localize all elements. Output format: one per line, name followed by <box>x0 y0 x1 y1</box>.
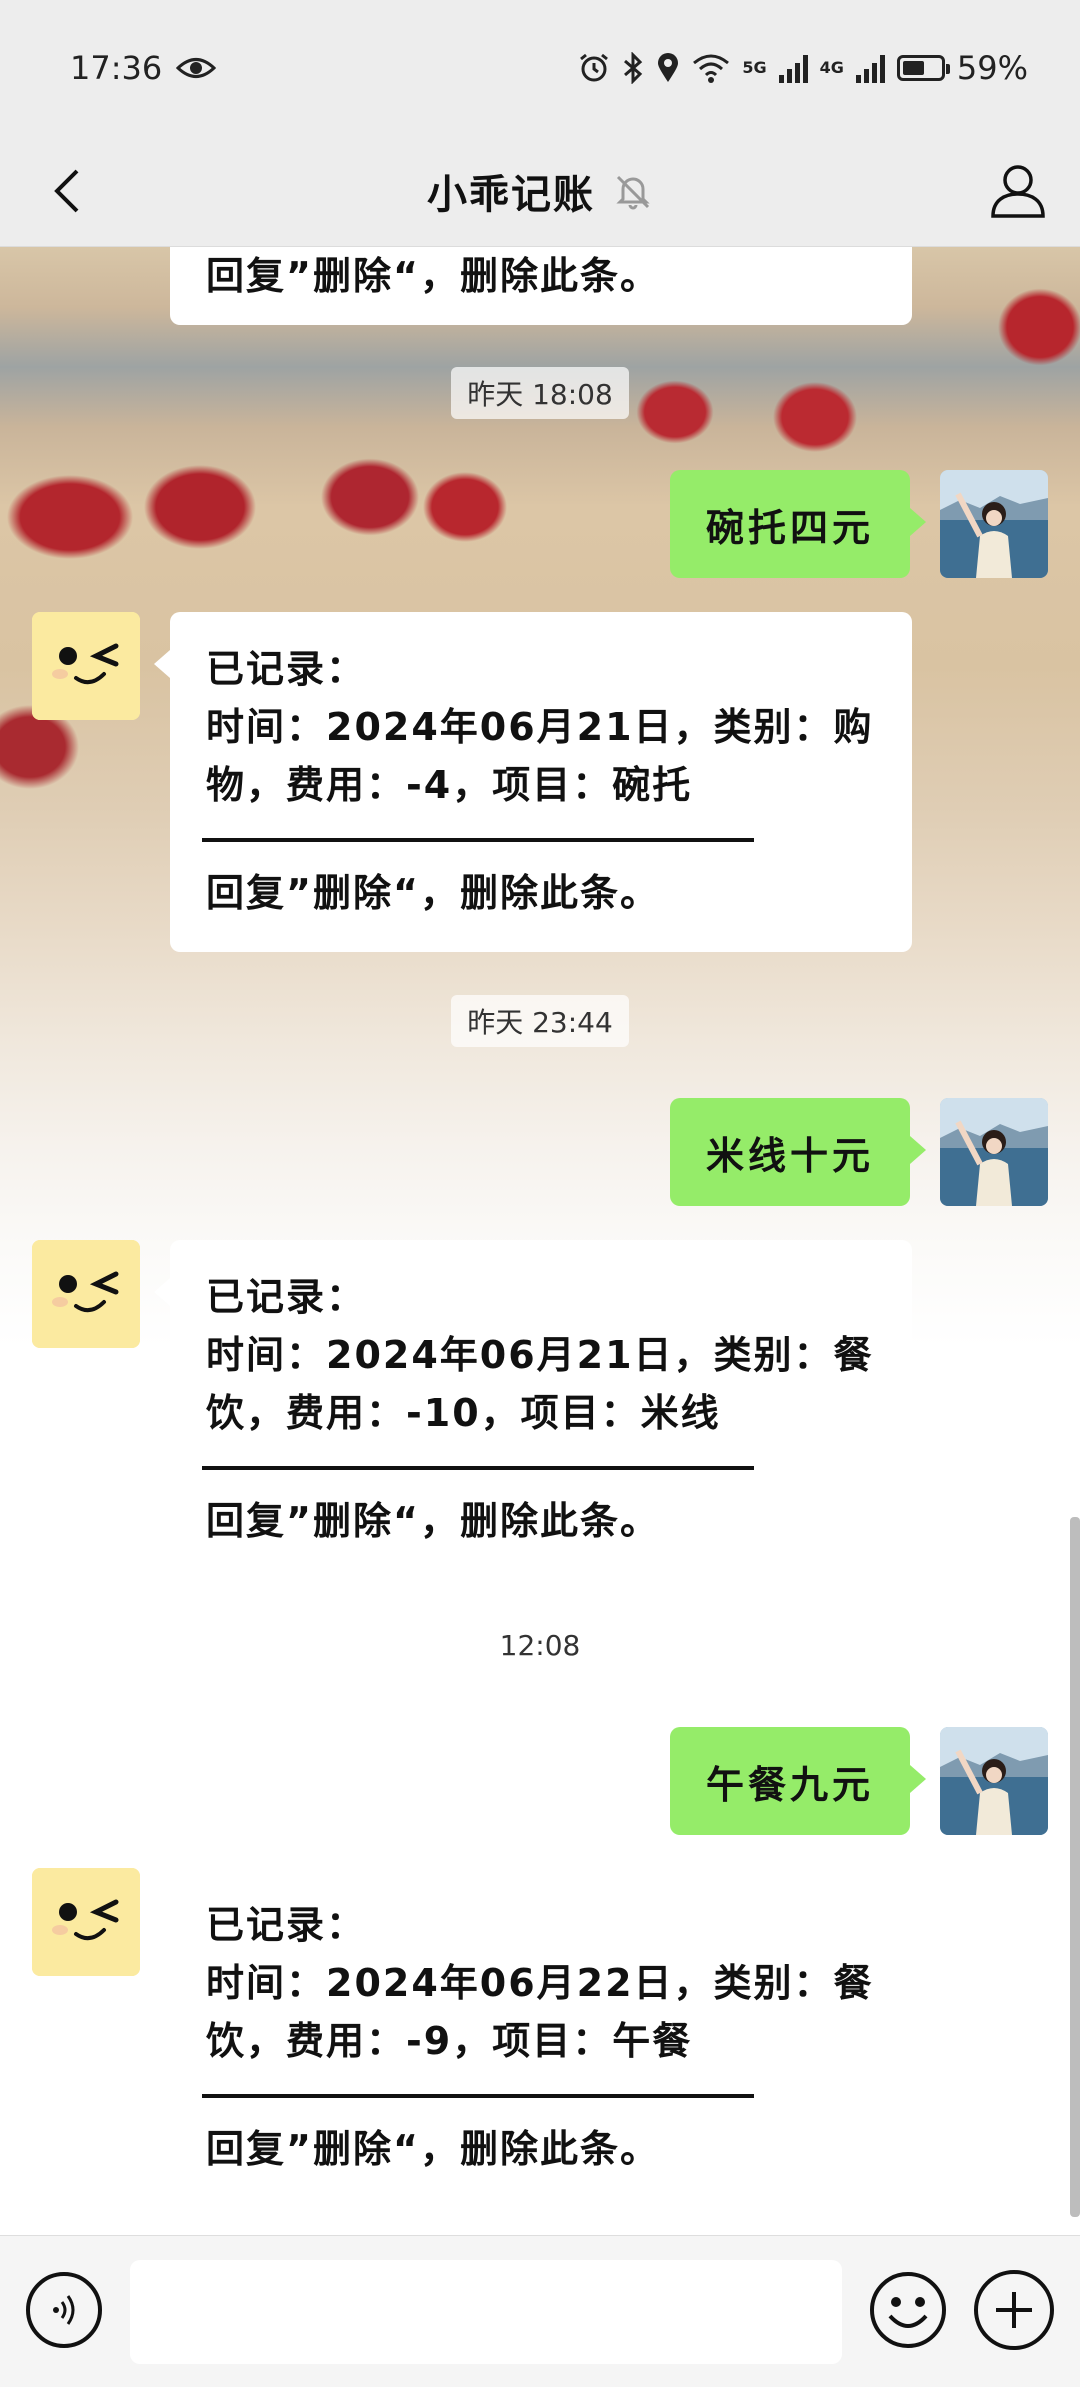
location-icon <box>658 52 679 82</box>
bot-text-line2: 时间：2024年06月21日，类别：餐饮，费用：-10，项目：米线 <box>206 1333 874 1435</box>
bot-text-line1: 已记录： <box>206 647 367 691</box>
bot-bubble[interactable]: 已记录： 时间：2024年06月21日，类别：餐饮，费用：-10，项目：米线 回… <box>154 1240 912 1580</box>
timestamp: 昨天 23:44 <box>0 995 1080 1047</box>
user-bubble[interactable]: 碗托四元 <box>669 470 927 578</box>
title-wrap: 小乖记账 <box>427 162 653 220</box>
status-bar: 17:36 5G 4G 59% <box>0 0 1080 135</box>
user-avatar-photo <box>940 1098 1048 1206</box>
wink-face-icon <box>32 1240 140 1348</box>
user-bubble[interactable]: 午餐九元 <box>669 1727 927 1835</box>
battery-fill <box>902 60 925 75</box>
bot-bubble-partial[interactable]: 回复”删除“，删除此条。 <box>170 247 912 325</box>
alarm-icon <box>580 53 609 81</box>
bot-avatar[interactable] <box>32 612 140 720</box>
reply-hint: 回复”删除“，删除此条。 <box>206 2127 660 2171</box>
timestamp-label: 昨天 23:44 <box>451 995 629 1047</box>
status-time: 17:36 <box>70 48 163 87</box>
profile-button[interactable] <box>986 159 1050 223</box>
timestamp-label: 昨天 18:08 <box>451 367 629 419</box>
timestamp: 12:08 <box>0 1623 1080 1668</box>
eye-icon <box>176 57 217 78</box>
reply-hint: 回复”删除“，删除此条。 <box>206 254 660 298</box>
scrollbar[interactable] <box>1070 1517 1080 2217</box>
back-icon <box>54 169 79 213</box>
user-bubble[interactable]: 米线十元 <box>669 1098 927 1206</box>
more-button[interactable] <box>974 2270 1054 2350</box>
wink-face-icon <box>32 612 140 720</box>
divider <box>202 1466 754 1470</box>
status-right: 5G 4G 59% <box>578 49 1028 87</box>
bot-text-line2: 时间：2024年06月22日，类别：餐饮，费用：-9，项目：午餐 <box>206 1961 874 2063</box>
plus-icon <box>996 2292 1032 2328</box>
timestamp: 昨天 18:08 <box>0 367 1080 419</box>
signal-icon <box>778 53 808 83</box>
reply-hint: 回复”删除“，删除此条。 <box>206 871 660 915</box>
divider <box>202 838 754 842</box>
voice-button[interactable] <box>26 2272 102 2348</box>
user-avatar[interactable] <box>940 1098 1048 1206</box>
network-type-2: 4G <box>819 57 844 77</box>
voice-icon <box>53 2295 75 2325</box>
user-avatar[interactable] <box>940 1727 1048 1835</box>
wink-face-icon <box>32 1868 140 1976</box>
bot-bubble[interactable]: 已记录： 时间：2024年06月22日，类别：餐饮，费用：-9，项目：午餐 回复… <box>154 1868 912 2208</box>
bot-text-line2: 时间：2024年06月21日，类别：购物，费用：-4，项目：碗托 <box>206 705 874 807</box>
divider <box>202 2094 754 2098</box>
battery-percent: 59% <box>956 48 1028 87</box>
user-avatar-photo <box>940 1727 1048 1835</box>
user-avatar[interactable] <box>940 470 1048 578</box>
signal-icon-2 <box>855 53 885 83</box>
emoji-icon[interactable] <box>868 2270 948 2350</box>
bluetooth-icon <box>624 51 643 84</box>
user-avatar-photo <box>940 470 1048 578</box>
chat-title: 小乖记账 <box>427 171 595 218</box>
wifi-icon <box>693 54 730 83</box>
profile-icon <box>991 165 1045 218</box>
back-button[interactable] <box>36 161 96 221</box>
bot-text-line1: 已记录： <box>206 1903 367 1947</box>
bot-bubble[interactable]: 已记录： 时间：2024年06月21日，类别：购物，费用：-4，项目：碗托 回复… <box>154 612 912 952</box>
bot-text-line1: 已记录： <box>206 1275 367 1319</box>
input-bar <box>0 2235 1080 2387</box>
status-left: 17:36 <box>70 48 217 87</box>
message-input[interactable] <box>130 2260 842 2364</box>
battery-icon <box>896 54 950 81</box>
reply-hint: 回复”删除“，删除此条。 <box>206 1499 660 1543</box>
bot-avatar[interactable] <box>32 1240 140 1348</box>
bot-avatar[interactable] <box>32 1868 140 1976</box>
chat-header: 小乖记账 <box>0 135 1080 247</box>
network-type-1: 5G <box>742 57 767 77</box>
chat-area[interactable]: 回复”删除“，删除此条。 昨天 18:08 碗托四元 已记录： 时间：2024年… <box>0 247 1080 2235</box>
mute-bell-icon <box>616 175 650 209</box>
timestamp-label: 12:08 <box>499 1629 581 1662</box>
